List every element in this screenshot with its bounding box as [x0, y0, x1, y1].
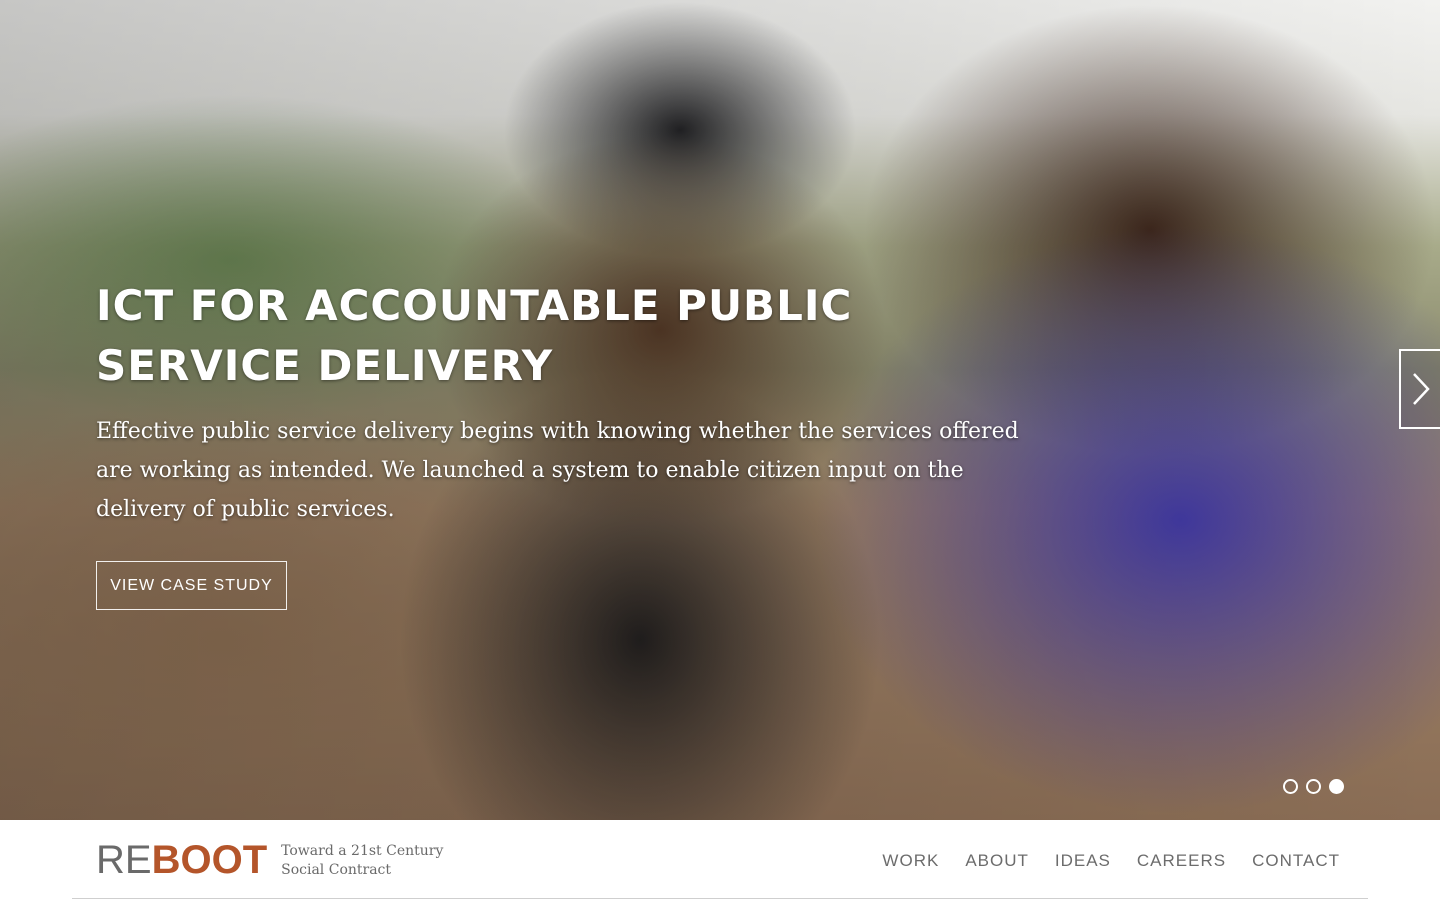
hero-description: Effective public service delivery begins… [96, 419, 1019, 522]
header-divider [72, 898, 1368, 899]
tagline-line-1: Toward a 21st Century [281, 843, 444, 859]
logo-re: RE [96, 838, 152, 882]
tagline-line-2: Social Contract [281, 862, 392, 878]
nav-work[interactable]: WORK [882, 851, 939, 871]
nav-contact[interactable]: CONTACT [1252, 851, 1340, 871]
slide-dot-2[interactable] [1306, 779, 1321, 794]
slide-dot-1[interactable] [1283, 779, 1298, 794]
view-case-study-button[interactable]: VIEW CASE STUDY [96, 561, 287, 610]
main-nav: WORK ABOUT IDEAS CAREERS CONTACT [882, 851, 1340, 871]
nav-ideas[interactable]: IDEAS [1055, 851, 1111, 871]
next-slide-button[interactable] [1399, 349, 1440, 429]
slide-indicators [1283, 779, 1344, 794]
hero-banner: ICT FOR ACCOUNTABLE PUBLIC SERVICE DELIV… [0, 0, 1440, 820]
logo-wordmark: REBOOT [96, 840, 267, 880]
logo-boot: BOOT [151, 838, 268, 882]
reboot-logo[interactable]: REBOOT Toward a 21st Century Social Cont… [96, 840, 451, 880]
hero-title: ICT FOR ACCOUNTABLE PUBLIC SERVICE DELIV… [96, 281, 853, 390]
nav-careers[interactable]: CAREERS [1137, 851, 1226, 871]
site-header: REBOOT Toward a 21st Century Social Cont… [0, 820, 1440, 900]
chevron-right-icon [1411, 371, 1431, 407]
tagline: Toward a 21st Century Social Contract [281, 842, 451, 880]
nav-about[interactable]: ABOUT [965, 851, 1029, 871]
slide-dot-3[interactable] [1329, 779, 1344, 794]
hero-content: ICT FOR ACCOUNTABLE PUBLIC SERVICE DELIV… [96, 276, 1036, 529]
